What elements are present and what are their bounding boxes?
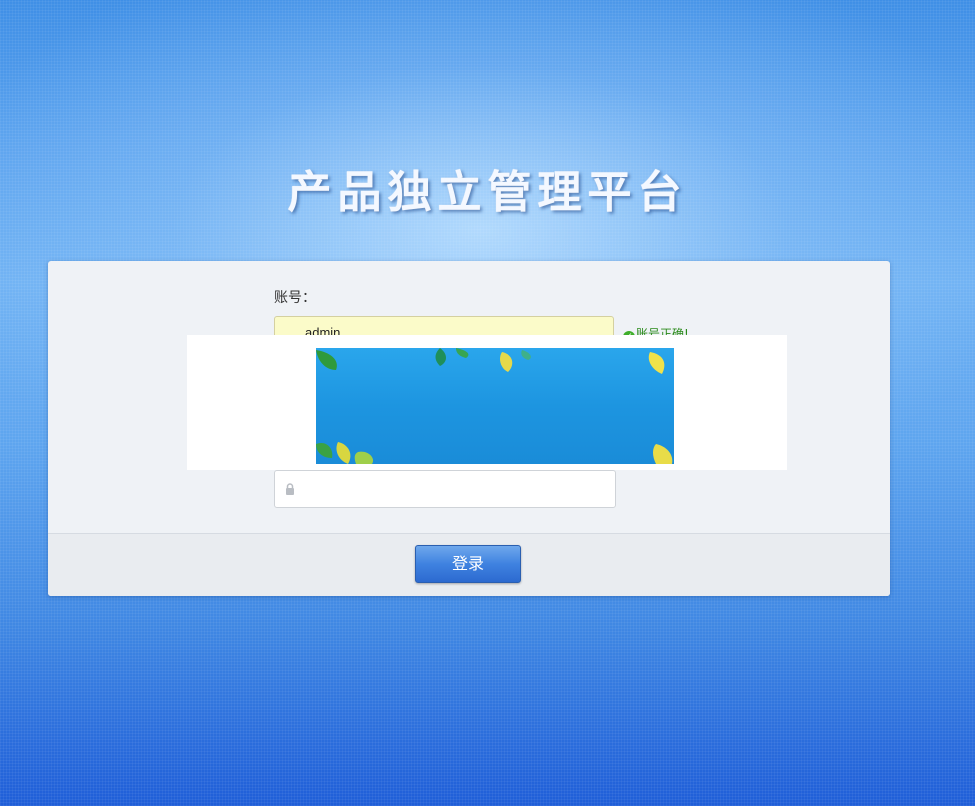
- captcha-overlay: [187, 335, 787, 470]
- captcha-image[interactable]: [316, 348, 674, 464]
- password-input[interactable]: [274, 470, 616, 508]
- lock-icon: [286, 483, 294, 495]
- login-button[interactable]: 登录: [415, 545, 521, 583]
- account-label: 账号：: [274, 290, 316, 306]
- page-title: 产品独立管理平台: [287, 167, 688, 218]
